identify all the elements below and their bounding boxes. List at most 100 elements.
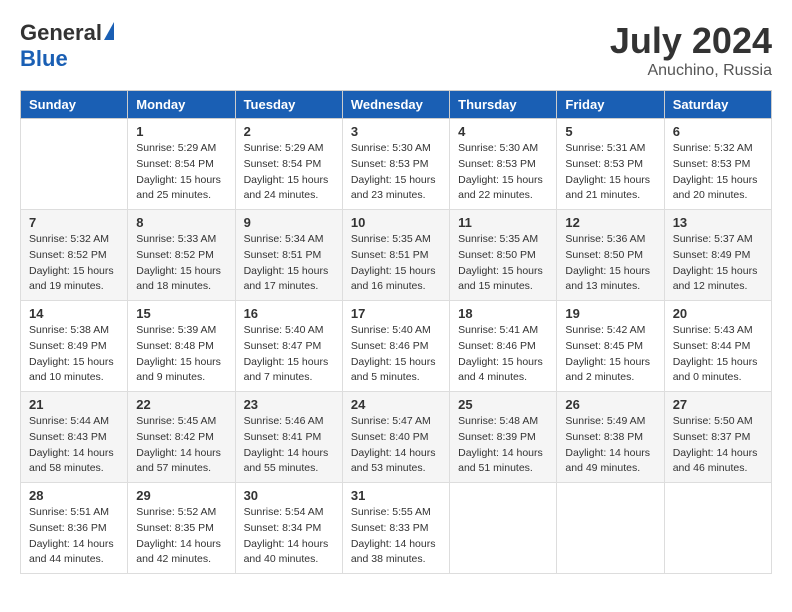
day-number: 8: [136, 215, 226, 230]
calendar-cell: 22 Sunrise: 5:45 AM Sunset: 8:42 PM Dayli…: [128, 392, 235, 483]
day-info: Sunrise: 5:34 AM Sunset: 8:51 PM Dayligh…: [244, 232, 334, 295]
col-header-thursday: Thursday: [450, 91, 557, 119]
col-header-friday: Friday: [557, 91, 664, 119]
day-info: Sunrise: 5:45 AM Sunset: 8:42 PM Dayligh…: [136, 414, 226, 477]
col-header-tuesday: Tuesday: [235, 91, 342, 119]
calendar-cell: 7 Sunrise: 5:32 AM Sunset: 8:52 PM Daylig…: [21, 210, 128, 301]
day-number: 2: [244, 124, 334, 139]
logo-blue-text: Blue: [20, 46, 68, 72]
calendar-cell: 1 Sunrise: 5:29 AM Sunset: 8:54 PM Daylig…: [128, 119, 235, 210]
calendar-cell: 5 Sunrise: 5:31 AM Sunset: 8:53 PM Daylig…: [557, 119, 664, 210]
day-number: 6: [673, 124, 763, 139]
calendar-cell: 3 Sunrise: 5:30 AM Sunset: 8:53 PM Daylig…: [342, 119, 449, 210]
calendar-cell: 28 Sunrise: 5:51 AM Sunset: 8:36 PM Dayli…: [21, 483, 128, 574]
calendar-cell: 8Sunrise: 5:33 AM Sunset: 8:52 PM Daylig…: [128, 210, 235, 301]
day-number: 21: [29, 397, 119, 412]
day-info: Sunrise: 5:31 AM Sunset: 8:53 PM Dayligh…: [565, 141, 655, 204]
day-info: Sunrise: 5:40 AM Sunset: 8:46 PM Dayligh…: [351, 323, 441, 386]
day-info: Sunrise: 5:35 AM Sunset: 8:51 PM Dayligh…: [351, 232, 441, 295]
calendar-cell: 16Sunrise: 5:40 AM Sunset: 8:47 PM Dayli…: [235, 301, 342, 392]
week-row-2: 7 Sunrise: 5:32 AM Sunset: 8:52 PM Daylig…: [21, 210, 772, 301]
calendar-cell: 23 Sunrise: 5:46 AM Sunset: 8:41 PM Dayli…: [235, 392, 342, 483]
calendar-cell: 31Sunrise: 5:55 AM Sunset: 8:33 PM Dayli…: [342, 483, 449, 574]
day-info: Sunrise: 5:36 AM Sunset: 8:50 PM Dayligh…: [565, 232, 655, 295]
day-number: 3: [351, 124, 441, 139]
day-number: 20: [673, 306, 763, 321]
day-number: 22: [136, 397, 226, 412]
day-info: Sunrise: 5:52 AM Sunset: 8:35 PM Dayligh…: [136, 505, 226, 568]
day-number: 31: [351, 488, 441, 503]
calendar-cell: 12 Sunrise: 5:36 AM Sunset: 8:50 PM Dayli…: [557, 210, 664, 301]
day-number: 12: [565, 215, 655, 230]
day-number: 24: [351, 397, 441, 412]
calendar-cell: 9 Sunrise: 5:34 AM Sunset: 8:51 PM Daylig…: [235, 210, 342, 301]
day-info: Sunrise: 5:49 AM Sunset: 8:38 PM Dayligh…: [565, 414, 655, 477]
day-number: 19: [565, 306, 655, 321]
calendar-cell: 4 Sunrise: 5:30 AM Sunset: 8:53 PM Daylig…: [450, 119, 557, 210]
logo: General Blue: [20, 20, 114, 72]
day-number: 17: [351, 306, 441, 321]
day-info: Sunrise: 5:32 AM Sunset: 8:52 PM Dayligh…: [29, 232, 119, 295]
calendar-cell: 19Sunrise: 5:42 AM Sunset: 8:45 PM Dayli…: [557, 301, 664, 392]
logo-general-text: General: [20, 20, 102, 46]
day-number: 4: [458, 124, 548, 139]
day-number: 1: [136, 124, 226, 139]
calendar-cell: 21 Sunrise: 5:44 AM Sunset: 8:43 PM Dayli…: [21, 392, 128, 483]
week-row-5: 28 Sunrise: 5:51 AM Sunset: 8:36 PM Dayli…: [21, 483, 772, 574]
calendar-cell: 25Sunrise: 5:48 AM Sunset: 8:39 PM Dayli…: [450, 392, 557, 483]
day-info: Sunrise: 5:29 AM Sunset: 8:54 PM Dayligh…: [136, 141, 226, 204]
calendar-cell: [450, 483, 557, 574]
day-info: Sunrise: 5:44 AM Sunset: 8:43 PM Dayligh…: [29, 414, 119, 477]
week-row-4: 21 Sunrise: 5:44 AM Sunset: 8:43 PM Dayli…: [21, 392, 772, 483]
col-header-wednesday: Wednesday: [342, 91, 449, 119]
calendar-cell: 10 Sunrise: 5:35 AM Sunset: 8:51 PM Dayli…: [342, 210, 449, 301]
title-section: July 2024 Anuchino, Russia: [610, 20, 772, 80]
day-info: Sunrise: 5:37 AM Sunset: 8:49 PM Dayligh…: [673, 232, 763, 295]
day-info: Sunrise: 5:30 AM Sunset: 8:53 PM Dayligh…: [458, 141, 548, 204]
day-number: 28: [29, 488, 119, 503]
calendar-cell: [21, 119, 128, 210]
day-number: 10: [351, 215, 441, 230]
day-number: 11: [458, 215, 548, 230]
day-number: 26: [565, 397, 655, 412]
col-header-monday: Monday: [128, 91, 235, 119]
calendar-cell: [557, 483, 664, 574]
day-info: Sunrise: 5:32 AM Sunset: 8:53 PM Dayligh…: [673, 141, 763, 204]
month-title: July 2024: [610, 20, 772, 62]
day-number: 7: [29, 215, 119, 230]
day-info: Sunrise: 5:39 AM Sunset: 8:48 PM Dayligh…: [136, 323, 226, 386]
calendar-cell: 13 Sunrise: 5:37 AM Sunset: 8:49 PM Dayli…: [664, 210, 771, 301]
calendar-cell: 2Sunrise: 5:29 AM Sunset: 8:54 PM Daylig…: [235, 119, 342, 210]
week-row-3: 14Sunrise: 5:38 AM Sunset: 8:49 PM Dayli…: [21, 301, 772, 392]
calendar-table: SundayMondayTuesdayWednesdayThursdayFrid…: [20, 90, 772, 574]
calendar-cell: 29 Sunrise: 5:52 AM Sunset: 8:35 PM Dayli…: [128, 483, 235, 574]
day-info: Sunrise: 5:38 AM Sunset: 8:49 PM Dayligh…: [29, 323, 119, 386]
day-number: 18: [458, 306, 548, 321]
day-info: Sunrise: 5:48 AM Sunset: 8:39 PM Dayligh…: [458, 414, 548, 477]
day-info: Sunrise: 5:50 AM Sunset: 8:37 PM Dayligh…: [673, 414, 763, 477]
location: Anuchino, Russia: [610, 62, 772, 80]
day-number: 23: [244, 397, 334, 412]
day-info: Sunrise: 5:40 AM Sunset: 8:47 PM Dayligh…: [244, 323, 334, 386]
day-number: 9: [244, 215, 334, 230]
day-info: Sunrise: 5:30 AM Sunset: 8:53 PM Dayligh…: [351, 141, 441, 204]
day-info: Sunrise: 5:51 AM Sunset: 8:36 PM Dayligh…: [29, 505, 119, 568]
logo-triangle-icon: [104, 22, 114, 40]
day-number: 29: [136, 488, 226, 503]
day-info: Sunrise: 5:41 AM Sunset: 8:46 PM Dayligh…: [458, 323, 548, 386]
calendar-cell: 24Sunrise: 5:47 AM Sunset: 8:40 PM Dayli…: [342, 392, 449, 483]
calendar-cell: 18 Sunrise: 5:41 AM Sunset: 8:46 PM Dayli…: [450, 301, 557, 392]
col-header-saturday: Saturday: [664, 91, 771, 119]
calendar-cell: 26 Sunrise: 5:49 AM Sunset: 8:38 PM Dayli…: [557, 392, 664, 483]
week-row-1: 1 Sunrise: 5:29 AM Sunset: 8:54 PM Daylig…: [21, 119, 772, 210]
day-number: 15: [136, 306, 226, 321]
day-number: 5: [565, 124, 655, 139]
calendar-cell: 14Sunrise: 5:38 AM Sunset: 8:49 PM Dayli…: [21, 301, 128, 392]
page-header: General Blue July 2024 Anuchino, Russia: [20, 20, 772, 80]
calendar-cell: 15 Sunrise: 5:39 AM Sunset: 8:48 PM Dayli…: [128, 301, 235, 392]
calendar-cell: 11Sunrise: 5:35 AM Sunset: 8:50 PM Dayli…: [450, 210, 557, 301]
day-number: 13: [673, 215, 763, 230]
calendar-cell: 17 Sunrise: 5:40 AM Sunset: 8:46 PM Dayli…: [342, 301, 449, 392]
col-header-sunday: Sunday: [21, 91, 128, 119]
day-info: Sunrise: 5:46 AM Sunset: 8:41 PM Dayligh…: [244, 414, 334, 477]
